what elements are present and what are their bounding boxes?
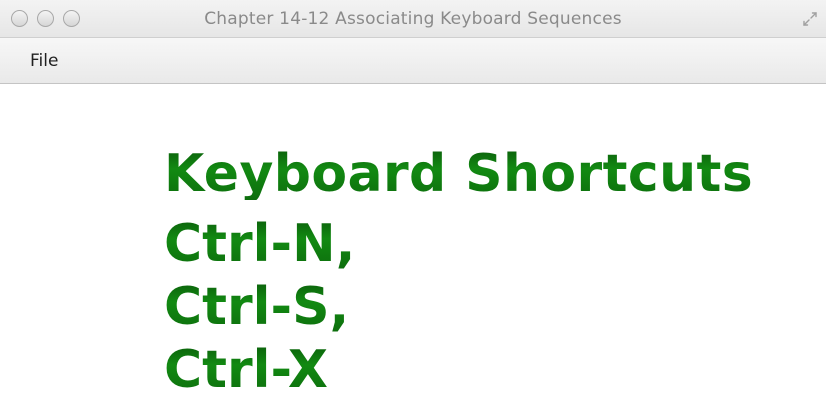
fullscreen-icon[interactable] <box>802 11 818 27</box>
window-title: Chapter 14-12 Associating Keyboard Seque… <box>204 9 622 29</box>
title-bar[interactable]: Chapter 14-12 Associating Keyboard Seque… <box>0 0 826 38</box>
shortcut-ctrl-x: Ctrl-X <box>164 340 328 400</box>
shortcut-ctrl-n: Ctrl-N, <box>164 214 356 274</box>
menu-bar: File <box>0 38 826 84</box>
app-window: Chapter 14-12 Associating Keyboard Seque… <box>0 0 826 403</box>
menu-file[interactable]: File <box>30 51 58 71</box>
shortcut-ctrl-s: Ctrl-S, <box>164 277 350 337</box>
shortcut-heading: Keyboard Shortcuts <box>164 144 754 204</box>
content-panel: Keyboard Shortcuts Ctrl-N, Ctrl-S, Ctrl-… <box>0 84 826 403</box>
